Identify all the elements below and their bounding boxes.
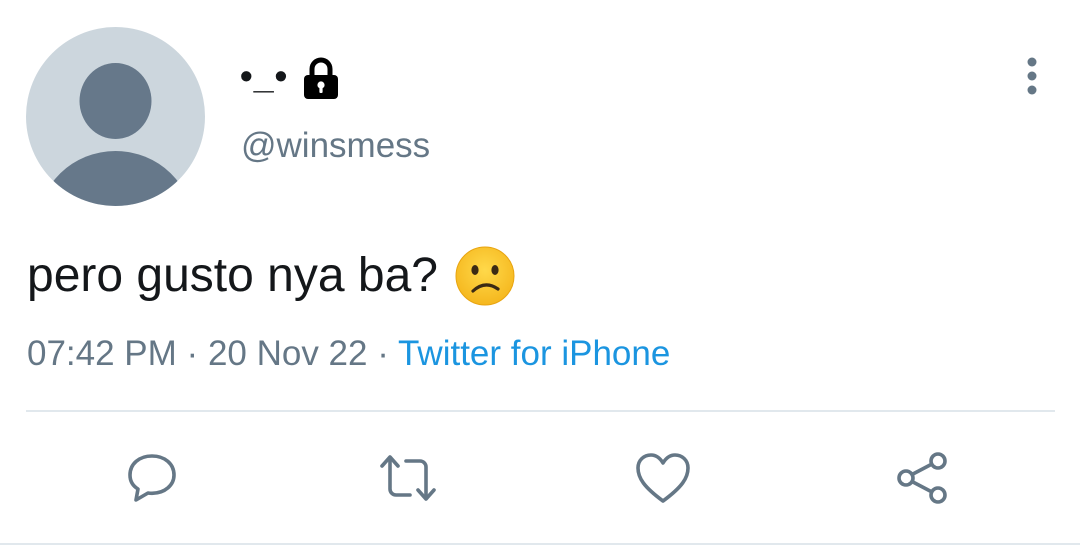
tweet-date: 20 Nov 22 — [207, 334, 368, 373]
lock-icon — [302, 56, 340, 100]
tweet-text-content: pero gusto nya ba? — [27, 248, 438, 302]
user-name-row: •_• — [240, 48, 340, 104]
frowning-face-emoji-icon — [454, 245, 516, 307]
default-profile-icon — [40, 63, 191, 206]
tweet-meta: 07:42 PM · 20 Nov 22 · Twitter for iPhon… — [27, 334, 670, 374]
tweet-time: 07:42 PM — [27, 334, 177, 373]
divider — [26, 410, 1055, 412]
divider — [0, 543, 1080, 545]
more-options-icon[interactable] — [1012, 56, 1052, 100]
display-name[interactable]: •_• — [240, 55, 288, 97]
meta-separator: · — [186, 334, 208, 373]
retweet-icon — [380, 455, 436, 501]
heart-icon — [636, 453, 690, 503]
reply-button[interactable] — [120, 448, 184, 508]
tweet-text: pero gusto nya ba? — [27, 244, 516, 306]
user-handle[interactable]: @winsmess — [241, 126, 430, 166]
share-icon — [897, 452, 947, 504]
share-button[interactable] — [890, 448, 954, 508]
avatar[interactable] — [26, 27, 205, 206]
tweet-card: •_• @winsmess pero gusto nya ba? 07:42 P… — [0, 0, 1080, 559]
meta-separator: · — [377, 334, 398, 373]
reply-icon — [128, 454, 176, 502]
like-button[interactable] — [631, 448, 695, 508]
tweet-source-link[interactable]: Twitter for iPhone — [398, 334, 670, 373]
retweet-button[interactable] — [376, 448, 440, 508]
